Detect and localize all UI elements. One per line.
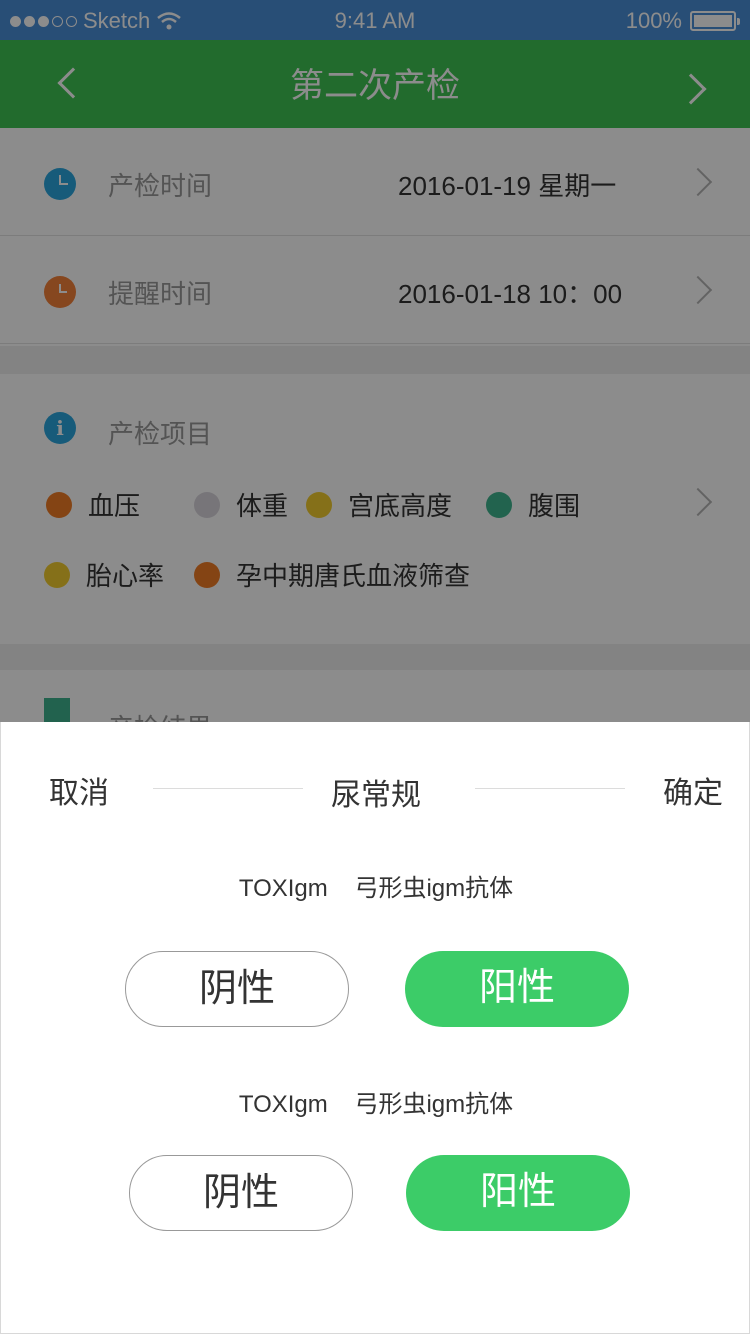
test-result-sheet: 取消 尿常规 确定 TOXIgm 弓形虫igm抗体 阴性 阳性 TOXIgm 弓…	[0, 722, 750, 1334]
title-divider	[475, 788, 625, 789]
test-desc: 弓形虫igm抗体	[354, 875, 514, 902]
test-label: TOXIgm 弓形虫igm抗体	[1, 868, 750, 903]
sheet-title: 尿常规	[331, 779, 421, 812]
test-name: TOXIgm	[238, 875, 328, 902]
negative-button[interactable]: 阴性	[125, 951, 349, 1027]
test-label: TOXIgm 弓形虫igm抗体	[1, 1084, 750, 1119]
positive-button[interactable]: 阳性	[406, 1155, 630, 1231]
negative-button[interactable]: 阴性	[129, 1155, 353, 1231]
test-desc: 弓形虫igm抗体	[354, 1091, 514, 1118]
modal-backdrop[interactable]	[0, 0, 750, 722]
positive-button[interactable]: 阳性	[405, 951, 629, 1027]
confirm-button[interactable]: 确定	[663, 768, 723, 812]
test-name: TOXIgm	[238, 1091, 328, 1118]
